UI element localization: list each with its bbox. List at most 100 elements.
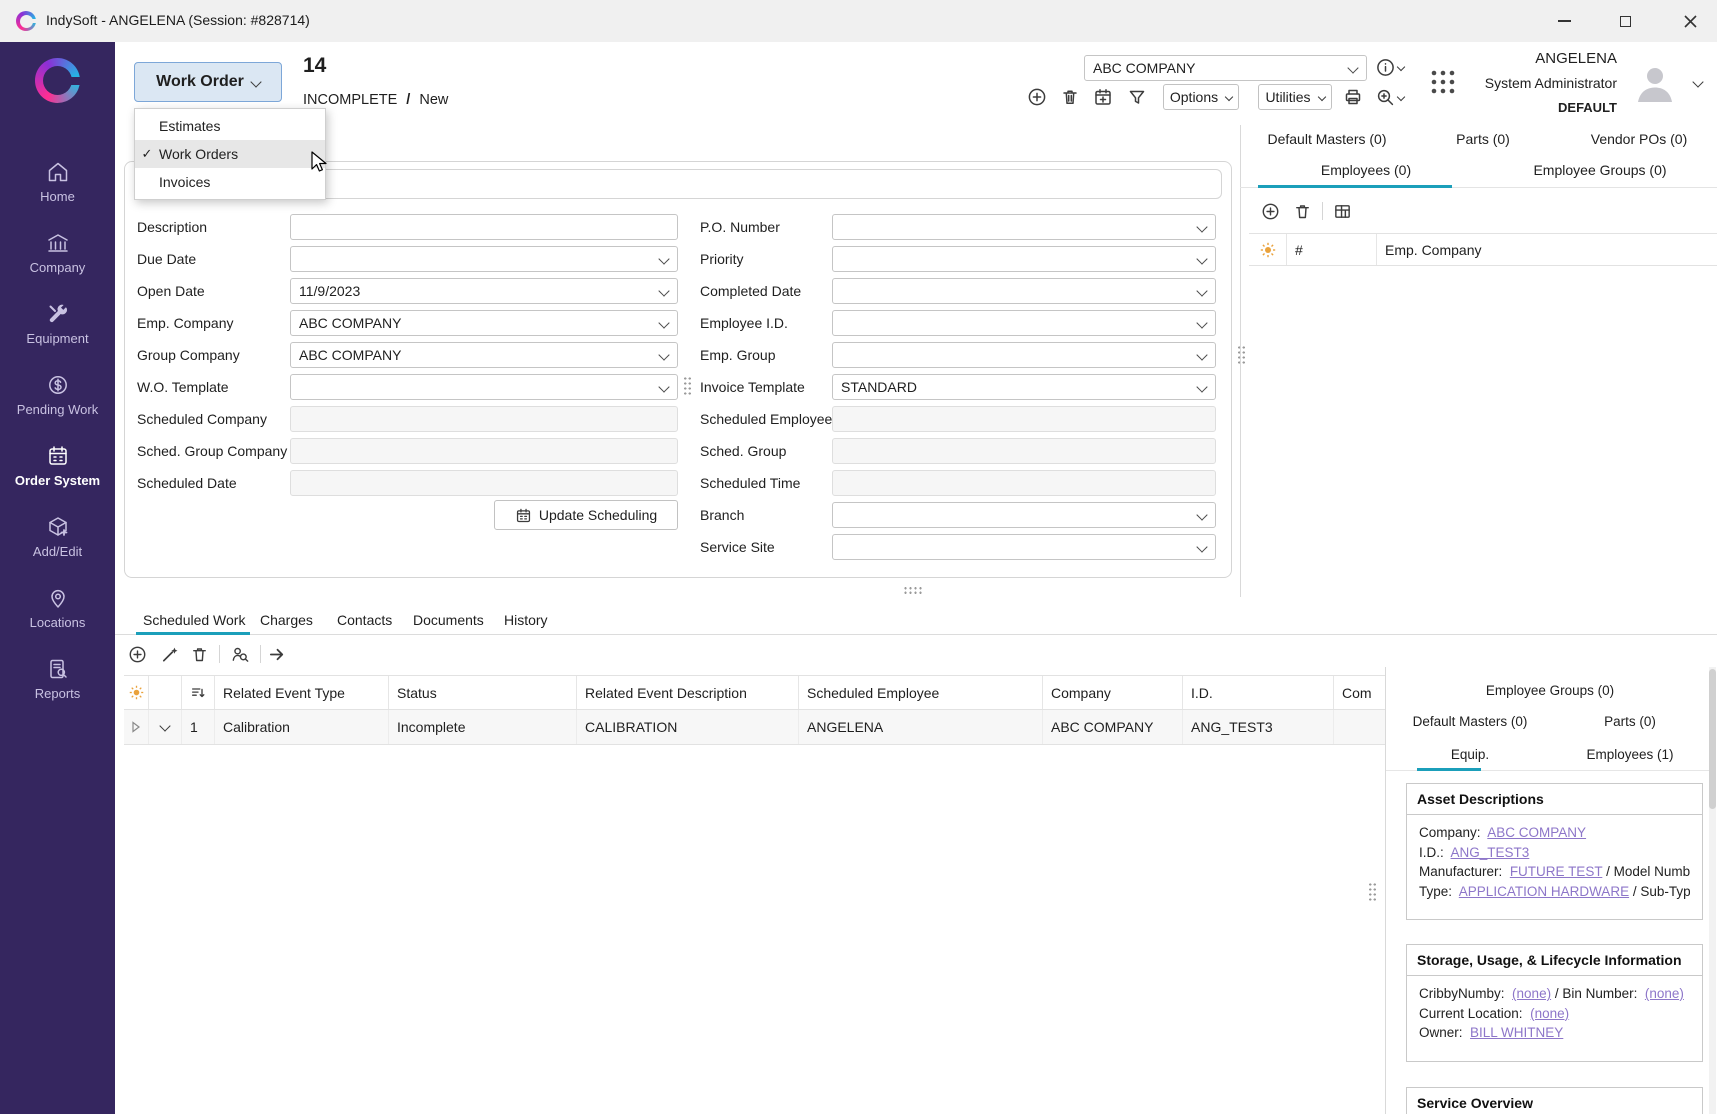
employee-id-select[interactable]: [832, 310, 1216, 336]
col-scheduled-employee[interactable]: Scheduled Employee: [799, 676, 1043, 709]
tab-employee-groups2[interactable]: Employee Groups (0): [1390, 683, 1710, 705]
company-filter-select[interactable]: ABC COMPANY: [1084, 55, 1367, 81]
row-dropdown[interactable]: [149, 710, 182, 744]
tab-scheduled-work[interactable]: Scheduled Work: [143, 612, 245, 628]
options-button[interactable]: Options: [1163, 84, 1239, 110]
employees-grid-view-button[interactable]: [1332, 201, 1352, 221]
priority-select[interactable]: [832, 246, 1216, 272]
user-menu-button[interactable]: [1690, 74, 1706, 90]
col-id[interactable]: I.D.: [1183, 676, 1334, 709]
group-company-select[interactable]: ABC COMPANY: [290, 342, 678, 368]
sched-group-input[interactable]: [832, 438, 1216, 464]
splitter-handle[interactable]: [903, 586, 923, 595]
schedule-add-button[interactable]: [127, 644, 147, 664]
scheduled-employee-input[interactable]: [832, 406, 1216, 432]
tab-charges[interactable]: Charges: [260, 612, 313, 628]
schedule-delete-button[interactable]: [189, 644, 209, 664]
scrollbar-thumb[interactable]: [1709, 669, 1716, 809]
print-button[interactable]: [1342, 86, 1364, 108]
current-location-link[interactable]: (none): [1530, 1006, 1569, 1021]
tab-vendor-pos[interactable]: Vendor POs (0): [1561, 131, 1717, 155]
tab-parts[interactable]: Parts (0): [1405, 131, 1561, 155]
sidebar-item-equipment[interactable]: Equipment: [0, 288, 115, 359]
order-type-button[interactable]: Work Order: [134, 62, 282, 102]
scheduled-company-input[interactable]: [290, 406, 678, 432]
tab-documents[interactable]: Documents: [413, 612, 484, 628]
minimize-button[interactable]: [1541, 0, 1587, 42]
tab-default-masters2[interactable]: Default Masters (0): [1390, 714, 1550, 736]
sidebar-item-company[interactable]: Company: [0, 217, 115, 288]
asset-type-link[interactable]: APPLICATION HARDWARE: [1459, 884, 1629, 899]
maximize-button[interactable]: [1602, 0, 1648, 42]
sidebar-item-reports[interactable]: Reports: [0, 643, 115, 714]
invoice-template-select[interactable]: STANDARD: [832, 374, 1216, 400]
menu-item-invoices[interactable]: Invoices: [135, 168, 325, 196]
update-scheduling-button[interactable]: Update Scheduling: [494, 500, 678, 530]
user-avatar[interactable]: [1632, 60, 1678, 106]
tab-parts2[interactable]: Parts (0): [1550, 714, 1710, 736]
delete-record-button[interactable]: [1059, 86, 1081, 108]
sort-button[interactable]: [182, 676, 215, 709]
menu-item-estimates[interactable]: Estimates: [135, 112, 325, 140]
service-site-select[interactable]: [832, 534, 1216, 560]
employees-delete-button[interactable]: [1292, 201, 1312, 221]
employees-add-button[interactable]: [1260, 201, 1280, 221]
branch-select[interactable]: [832, 502, 1216, 528]
close-button[interactable]: [1667, 0, 1713, 42]
row-expander[interactable]: [124, 710, 149, 744]
add-record-button[interactable]: [1026, 86, 1048, 108]
completed-date-select[interactable]: [832, 278, 1216, 304]
schedule-go-button[interactable]: [267, 644, 287, 664]
col-status[interactable]: Status: [389, 676, 577, 709]
scheduled-date-input[interactable]: [290, 470, 678, 496]
tab-employee-groups[interactable]: Employee Groups (0): [1483, 162, 1717, 186]
sidebar-item-pending-work[interactable]: Pending Work: [0, 359, 115, 430]
filter-button[interactable]: [1126, 86, 1148, 108]
calendar-add-button[interactable]: [1092, 86, 1114, 108]
scrollbar-track[interactable]: [1709, 667, 1716, 1114]
tab-history[interactable]: History: [504, 612, 548, 628]
utilities-button[interactable]: Utilities: [1258, 84, 1332, 110]
emp-group-select[interactable]: [832, 342, 1216, 368]
open-date-select[interactable]: 11/9/2023: [290, 278, 678, 304]
col-company[interactable]: Company: [1043, 676, 1183, 709]
tab-equip[interactable]: Equip.: [1390, 747, 1550, 769]
col-related-event-type[interactable]: Related Event Type: [215, 676, 389, 709]
asset-company-link[interactable]: ABC COMPANY: [1487, 825, 1586, 840]
cribby-link[interactable]: (none): [1512, 986, 1551, 1001]
schedule-table-row[interactable]: 1 Calibration Incomplete CALIBRATION ANG…: [124, 710, 1385, 745]
emp-company-select[interactable]: ABC COMPANY: [290, 310, 678, 336]
splitter-handle[interactable]: [1368, 882, 1377, 902]
sidebar-item-order-system[interactable]: Order System: [0, 430, 115, 501]
wo-template-select[interactable]: [290, 374, 678, 400]
owner-link[interactable]: BILL WHITNEY: [1470, 1025, 1563, 1040]
sidebar-item-home[interactable]: Home: [0, 146, 115, 217]
column-chooser-button[interactable]: [1249, 234, 1287, 265]
col-num[interactable]: #: [1287, 234, 1377, 265]
schedule-wizard-button[interactable]: [159, 644, 179, 664]
bin-number-link[interactable]: (none): [1645, 986, 1684, 1001]
col-emp-company[interactable]: Emp. Company: [1377, 234, 1717, 265]
asset-manufacturer-link[interactable]: FUTURE TEST: [1510, 864, 1603, 879]
tab-employees1[interactable]: Employees (1): [1550, 747, 1710, 769]
sched-group-company-input[interactable]: [290, 438, 678, 464]
splitter-handle[interactable]: [683, 376, 692, 396]
mouse-cursor: [308, 150, 330, 174]
checkmark-icon: ✓: [135, 146, 159, 162]
menu-item-work-orders[interactable]: ✓ Work Orders: [135, 140, 325, 168]
description-input[interactable]: [290, 214, 678, 240]
column-chooser-button[interactable]: [124, 676, 149, 709]
tab-employees[interactable]: Employees (0): [1249, 162, 1483, 186]
tab-contacts[interactable]: Contacts: [337, 612, 392, 628]
tab-default-masters[interactable]: Default Masters (0): [1249, 131, 1405, 155]
sidebar-item-add-edit[interactable]: Add/Edit: [0, 501, 115, 572]
sidebar-item-locations[interactable]: Locations: [0, 572, 115, 643]
due-date-select[interactable]: [290, 246, 678, 272]
asset-id-link[interactable]: ANG_TEST3: [1451, 845, 1530, 860]
col-related-event-description[interactable]: Related Event Description: [577, 676, 799, 709]
scheduled-time-input[interactable]: [832, 470, 1216, 496]
po-number-select[interactable]: [832, 214, 1216, 240]
col-com[interactable]: Com: [1334, 676, 1385, 709]
splitter-handle[interactable]: [1237, 345, 1246, 365]
schedule-assign-employee-button[interactable]: [229, 644, 249, 664]
